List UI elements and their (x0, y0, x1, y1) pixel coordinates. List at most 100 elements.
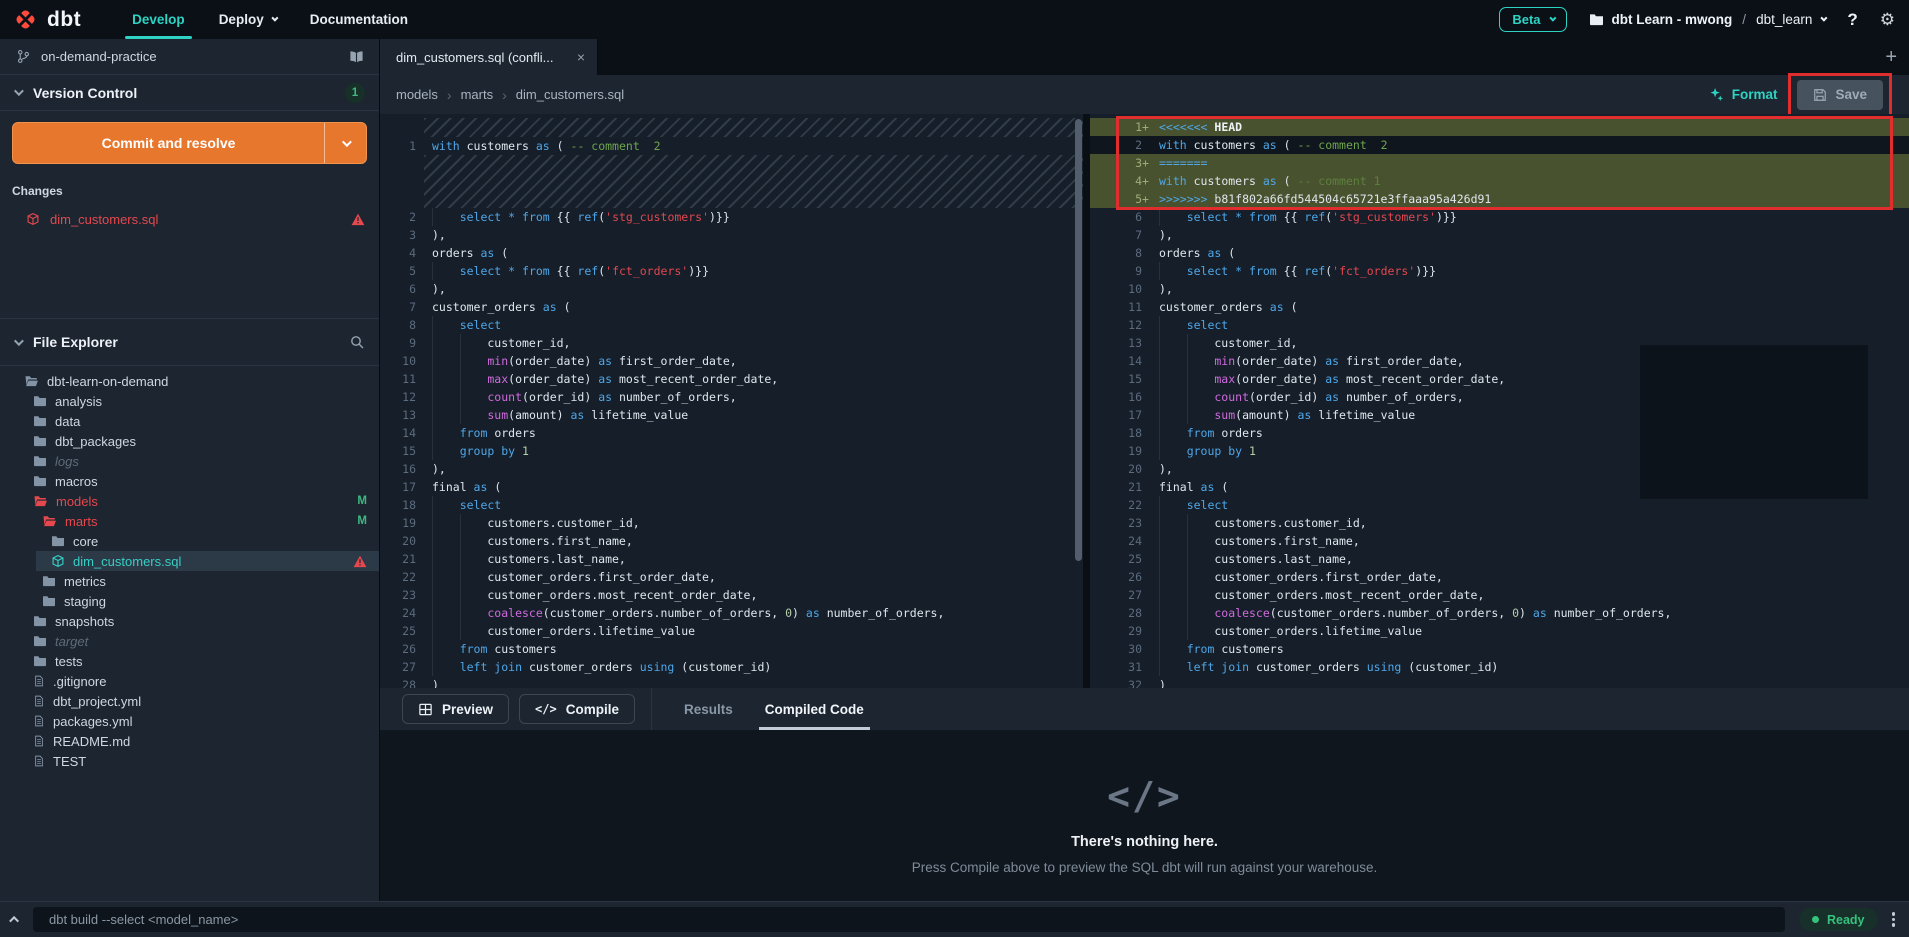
tree-item-dbt-learn-on-demand[interactable]: dbt-learn-on-demand (0, 371, 379, 391)
code-line-28: 28) (380, 676, 1083, 688)
dbt-logo[interactable]: dbt (12, 6, 81, 33)
format-button[interactable]: Format (1709, 87, 1778, 102)
help-icon[interactable]: ? (1847, 10, 1857, 30)
commit-and-resolve-button[interactable]: Commit and resolve (12, 122, 367, 164)
tree-item-label: dbt_project.yml (53, 694, 141, 709)
tree-item-dbt-project-yml[interactable]: dbt_project.yml (0, 691, 379, 711)
tab-dim-customers[interactable]: dim_customers.sql (confli... × (380, 39, 598, 75)
code-line-3: 3+======= (1090, 154, 1909, 172)
tree-item-metrics[interactable]: metrics (0, 571, 379, 591)
minimap-overlay (1640, 345, 1868, 499)
changes-label: Changes (12, 184, 379, 200)
save-button[interactable]: Save (1797, 80, 1883, 110)
status-badge-ready[interactable]: Ready (1799, 908, 1878, 931)
code-line-25: 25customer_orders.lifetime_value (380, 622, 1083, 640)
empty-state-title: There's nothing here. (1071, 834, 1218, 850)
changed-file-dim-customers[interactable]: dim_customers.sql (0, 206, 379, 232)
conflict-hatched-region (424, 118, 1083, 137)
code-line-29: 29customer_orders.lifetime_value (1090, 622, 1909, 640)
main-content: dim_customers.sql (confli... × + models … (380, 39, 1909, 901)
code-line-26: 26from customers (380, 640, 1083, 658)
account-project-selector[interactable]: dbt Learn - mwong / dbt_learn (1589, 12, 1826, 27)
tree-item-label: analysis (55, 394, 102, 409)
chevron-down-icon (14, 336, 24, 346)
nav-deploy[interactable]: Deploy (202, 0, 293, 39)
branch-name: on-demand-practice (41, 49, 157, 64)
new-tab-button[interactable]: + (1885, 47, 1897, 67)
code-line-11: 11customer_orders as ( (1090, 298, 1909, 316)
command-input[interactable]: dbt build --select <model_name> (33, 907, 1785, 932)
tree-item-test[interactable]: TEST (0, 751, 379, 771)
nav-documentation[interactable]: Documentation (293, 0, 425, 39)
navbar-right: Beta dbt Learn - mwong / dbt_learn ? ⚙ (1499, 7, 1895, 32)
version-control-header[interactable]: Version Control 1 (0, 75, 379, 111)
file-explorer-header[interactable]: File Explorer (0, 318, 379, 366)
chevron-up-icon[interactable] (12, 916, 19, 923)
nav-develop[interactable]: Develop (115, 0, 202, 39)
folder-icon (1589, 13, 1604, 26)
tree-item-label: packages.yml (53, 714, 132, 729)
tree-item--gitignore[interactable]: .gitignore (0, 671, 379, 691)
folder-icon (51, 535, 65, 547)
code-line-23: 23customers.customer_id, (1090, 514, 1909, 532)
folder-icon (33, 435, 47, 447)
code-line-5: 5+>>>>>>> b81f802a66fd544504c65721e3ffaa… (1090, 190, 1909, 208)
tree-item-marts[interactable]: martsM (0, 511, 379, 531)
tree-item-staging[interactable]: staging (0, 591, 379, 611)
main-nav: Develop Deploy Documentation (115, 0, 425, 39)
dbt-logo-icon (12, 6, 39, 33)
tree-item-tests[interactable]: tests (0, 651, 379, 671)
code-line-24: 24coalesce(customer_orders.number_of_ord… (380, 604, 1083, 622)
code-line-3: 3), (380, 226, 1083, 244)
code-line-27: 27left join customer_orders using (custo… (380, 658, 1083, 676)
code-line-21: 21customers.last_name, (380, 550, 1083, 568)
tree-item-macros[interactable]: macros (0, 471, 379, 491)
editor-pane-conflict-view[interactable]: 1+<<<<<<< HEAD2with customers as ( -- co… (1090, 114, 1909, 688)
code-line-7: 7customer_orders as ( (380, 298, 1083, 316)
tree-item-dim-customers-sql[interactable]: dim_customers.sql (0, 551, 379, 571)
kebab-menu-icon[interactable] (1892, 912, 1896, 927)
docs-book-icon[interactable] (348, 49, 365, 64)
modified-badge: M (357, 515, 367, 527)
preview-button[interactable]: Preview (402, 694, 509, 724)
commit-options-caret[interactable] (324, 123, 366, 163)
beta-selector[interactable]: Beta (1499, 7, 1566, 32)
tree-item-packages-yml[interactable]: packages.yml (0, 711, 379, 731)
tree-item-dbt-packages[interactable]: dbt_packages (0, 431, 379, 451)
sparkles-icon (1709, 87, 1724, 102)
tree-item-readme-md[interactable]: README.md (0, 731, 379, 751)
breadcrumb-file: dim_customers.sql (516, 87, 624, 102)
tab-compiled-code[interactable]: Compiled Code (749, 688, 880, 730)
tree-item-target[interactable]: target (0, 631, 379, 651)
tab-close-icon[interactable]: × (577, 49, 585, 65)
results-toolbar: Preview </> Compile Results Compiled Cod… (380, 688, 1909, 730)
empty-state-subtitle: Press Compile above to preview the SQL d… (912, 860, 1378, 875)
gear-icon[interactable]: ⚙ (1880, 10, 1895, 30)
code-line-4: 4+with customers as ( -- comment 1 (1090, 172, 1909, 190)
file-explorer-title: File Explorer (33, 334, 118, 350)
code-line-8: 8select (380, 316, 1083, 334)
tree-item-snapshots[interactable]: snapshots (0, 611, 379, 631)
compile-button[interactable]: </> Compile (519, 694, 635, 724)
code-line-12: 12count(order_id) as number_of_orders, (380, 388, 1083, 406)
tree-item-analysis[interactable]: analysis (0, 391, 379, 411)
tree-item-label: core (73, 534, 98, 549)
chevron-down-icon (14, 86, 24, 96)
project-name: dbt_learn (1756, 12, 1812, 27)
tree-item-models[interactable]: modelsM (0, 491, 379, 511)
tree-item-logs[interactable]: logs (0, 451, 379, 471)
model-icon (51, 554, 65, 568)
code-brackets-icon: </> (1107, 774, 1182, 818)
pane-divider[interactable] (1083, 114, 1090, 688)
sidebar: on-demand-practice Version Control 1 Com… (0, 39, 380, 901)
editor-scrollbar-thumb[interactable] (1075, 119, 1082, 561)
file-icon (33, 694, 45, 708)
editor-pane-working-file[interactable]: 1with customers as ( -- comment 22select… (380, 114, 1083, 688)
folder-icon (33, 615, 47, 627)
tree-item-label: README.md (53, 734, 130, 749)
search-icon[interactable] (349, 334, 365, 350)
tree-item-data[interactable]: data (0, 411, 379, 431)
tab-results[interactable]: Results (668, 688, 749, 730)
tree-item-core[interactable]: core (0, 531, 379, 551)
conflict-warning-icon (351, 213, 365, 226)
